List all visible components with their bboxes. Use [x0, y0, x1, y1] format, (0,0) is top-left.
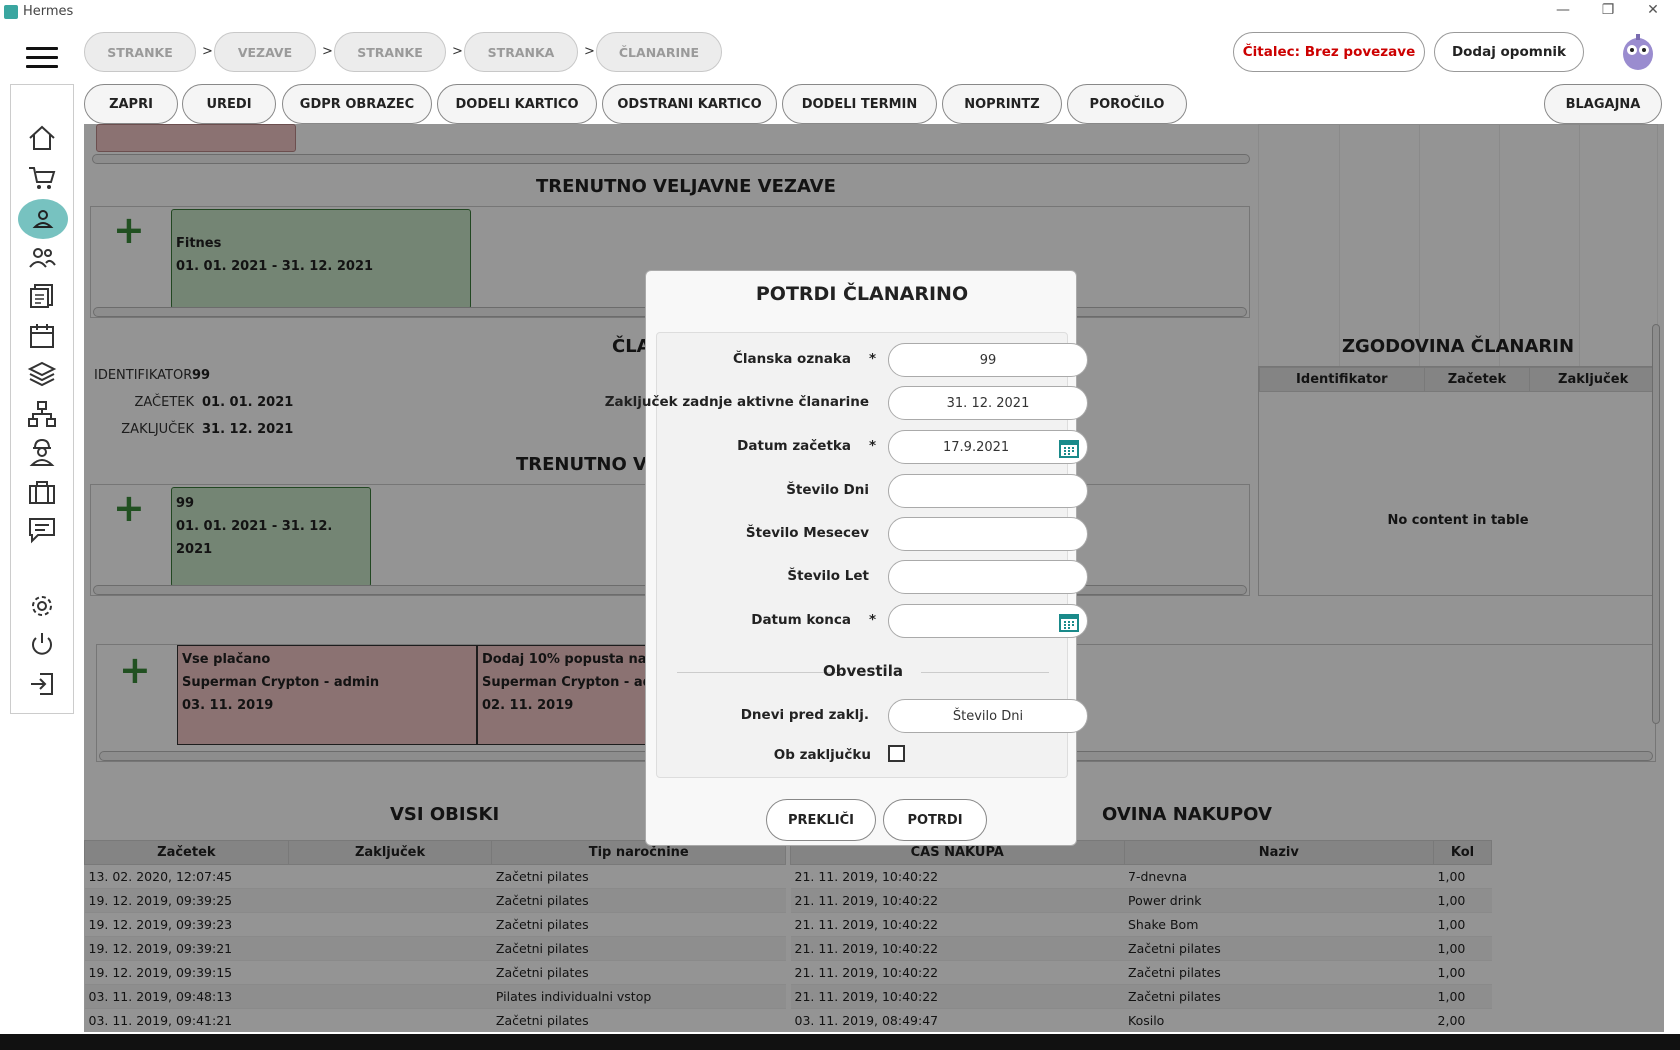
calendar-icon[interactable]: [25, 319, 59, 353]
gear-icon[interactable]: [25, 589, 59, 623]
on-end-checkbox[interactable]: [888, 745, 905, 762]
start-date-value: 17.9.2021: [943, 439, 1010, 455]
calendar-picker-icon[interactable]: [1059, 612, 1079, 632]
member-id-field[interactable]: 99: [888, 343, 1088, 377]
end-date-label: Datum konca: [751, 612, 851, 628]
exit-icon[interactable]: [25, 667, 59, 701]
required-marker: *: [869, 351, 877, 367]
reader-status-button[interactable]: Čitalec: Brez povezave: [1233, 32, 1425, 72]
start-date-row: Datum začetka * 17.9.2021: [657, 430, 1088, 464]
cancel-button[interactable]: PREKLIČI: [766, 799, 876, 841]
add-reminder-button[interactable]: Dodaj opomnik: [1434, 32, 1584, 72]
chat-icon[interactable]: [25, 513, 59, 547]
last-membership-end-row: Zaključek zadnje aktivne članarine 31. 1…: [605, 386, 1088, 420]
people-icon[interactable]: [25, 241, 59, 275]
assign-card-button[interactable]: DODELI KARTICO: [437, 84, 597, 124]
days-row: Število Dni: [657, 474, 1088, 508]
edit-button[interactable]: UREDI: [182, 84, 276, 124]
required-marker: *: [869, 612, 877, 628]
app-icon: [4, 5, 18, 19]
notifications-title: Obvestila: [823, 662, 903, 680]
start-date-label: Datum začetka: [737, 438, 851, 454]
sidebar: [10, 84, 74, 714]
start-date-field[interactable]: 17.9.2021: [888, 430, 1088, 464]
last-membership-end-field[interactable]: 31. 12. 2021: [888, 386, 1088, 420]
breadcrumb-separator: >: [452, 44, 463, 59]
days-field[interactable]: [888, 474, 1088, 508]
last-membership-end-label: Zaključek zadnje aktivne članarine: [604, 394, 869, 410]
breadcrumb-clanarine[interactable]: ČLANARINE: [596, 32, 722, 72]
days-label: Število Dni: [786, 482, 869, 498]
power-icon[interactable]: [25, 627, 59, 661]
breadcrumb-separator: >: [584, 44, 595, 59]
months-label: Število Mesecev: [745, 525, 869, 541]
briefcase-icon[interactable]: [25, 475, 59, 509]
cash-register-button[interactable]: BLAGAJNA: [1544, 84, 1662, 124]
taskbar: [0, 1034, 1680, 1050]
worker-icon[interactable]: [25, 435, 59, 469]
documents-icon[interactable]: [25, 279, 59, 313]
months-row: Število Mesecev: [657, 517, 1088, 551]
minimize-icon[interactable]: —: [1548, 2, 1578, 18]
action-bar: ZAPRI UREDI GDPR OBRAZEC DODELI KARTICO …: [84, 84, 1664, 124]
close-button[interactable]: ZAPRI: [84, 84, 178, 124]
report-button[interactable]: POROČILO: [1067, 84, 1187, 124]
years-field[interactable]: [888, 560, 1088, 594]
cart-icon[interactable]: [25, 161, 59, 195]
avatar[interactable]: [1620, 32, 1656, 72]
app-title: Hermes: [23, 4, 74, 19]
dialog-form: Članska oznaka * 99 Zaključek zadnje akt…: [605, 332, 1088, 778]
network-icon[interactable]: [25, 397, 59, 431]
member-id-label: Članska oznaka: [732, 351, 851, 367]
days-before-field[interactable]: Število Dni: [888, 699, 1088, 733]
breadcrumb-stranke-2[interactable]: STRANKE: [334, 32, 446, 72]
days-before-row: Dnevi pred zaklj. Število Dni: [657, 699, 1088, 733]
end-date-field[interactable]: [888, 604, 1088, 638]
layers-icon[interactable]: [25, 357, 59, 391]
restore-icon[interactable]: ❐: [1593, 2, 1623, 18]
hamburger-menu-icon[interactable]: [26, 47, 58, 69]
breadcrumb-separator: >: [202, 44, 213, 59]
breadcrumb-vezave[interactable]: VEZAVE: [214, 32, 316, 72]
title-bar: Hermes — ❐ ✕: [0, 0, 1680, 24]
required-marker: *: [869, 438, 877, 454]
years-label: Število Let: [787, 568, 869, 584]
on-end-label: Ob zaključku: [773, 747, 871, 763]
days-before-label: Dnevi pred zaklj.: [740, 707, 869, 723]
years-row: Število Let: [657, 560, 1088, 594]
gdpr-form-button[interactable]: GDPR OBRAZEC: [282, 84, 432, 124]
assign-term-button[interactable]: DODELI TERMIN: [782, 84, 937, 124]
breadcrumb-stranke[interactable]: STRANKE: [84, 32, 196, 72]
months-field[interactable]: [888, 517, 1088, 551]
end-date-row: Datum konca *: [657, 604, 1088, 638]
close-icon[interactable]: ✕: [1638, 2, 1668, 18]
home-icon[interactable]: [25, 121, 59, 155]
breadcrumb-stranka[interactable]: STRANKA: [464, 32, 578, 72]
member-id-row: Članska oznaka * 99: [657, 343, 1088, 377]
person-icon[interactable]: [18, 199, 68, 239]
confirm-membership-dialog: POTRDI ČLANARINO Članska oznaka * 99 Zak…: [605, 270, 1088, 846]
breadcrumb-separator: >: [322, 44, 333, 59]
confirm-button[interactable]: POTRDI: [883, 799, 987, 841]
dialog-title: POTRDI ČLANARINO: [755, 283, 969, 305]
noprintz-button[interactable]: NOPRINTZ: [942, 84, 1062, 124]
remove-card-button[interactable]: ODSTRANI KARTICO: [602, 84, 777, 124]
calendar-picker-icon[interactable]: [1059, 438, 1079, 458]
